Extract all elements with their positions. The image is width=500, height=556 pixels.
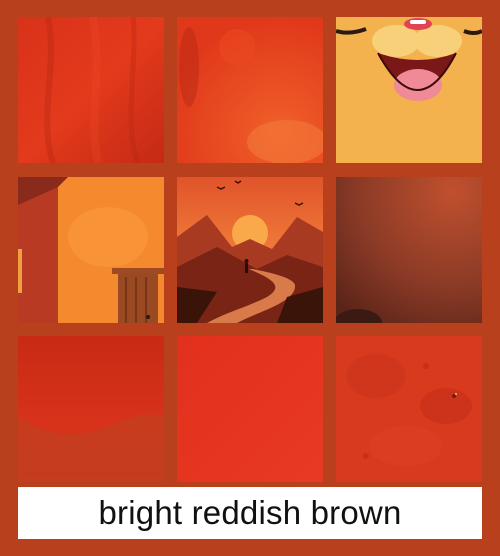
dark-brown-gradient-swatch[interactable] xyxy=(336,177,482,323)
red-fabric-swatch[interactable] xyxy=(18,17,164,163)
cartoon-mouth-image xyxy=(336,17,482,163)
caption-bar: bright reddish brown xyxy=(18,487,482,539)
orange-house-door-swatch[interactable] xyxy=(18,177,164,323)
speckled-red-image xyxy=(336,336,482,482)
red-curve-swatch[interactable] xyxy=(18,336,164,482)
speckled-red-swatch[interactable] xyxy=(336,336,482,482)
cartoon-mouth-swatch[interactable] xyxy=(336,17,482,163)
red-orange-painted-image xyxy=(177,17,323,163)
color-name-caption: bright reddish brown xyxy=(98,494,402,531)
sunset-path-landscape-image xyxy=(177,177,323,323)
sunset-path-landscape-swatch[interactable] xyxy=(177,177,323,323)
red-orange-painted-swatch[interactable] xyxy=(177,17,323,163)
red-fabric-image xyxy=(18,17,164,163)
plain-red-image xyxy=(177,336,323,482)
orange-house-door-image xyxy=(18,177,164,323)
plain-red-swatch[interactable] xyxy=(177,336,323,482)
red-curve-image xyxy=(18,336,164,482)
dark-brown-gradient-image xyxy=(336,177,482,323)
